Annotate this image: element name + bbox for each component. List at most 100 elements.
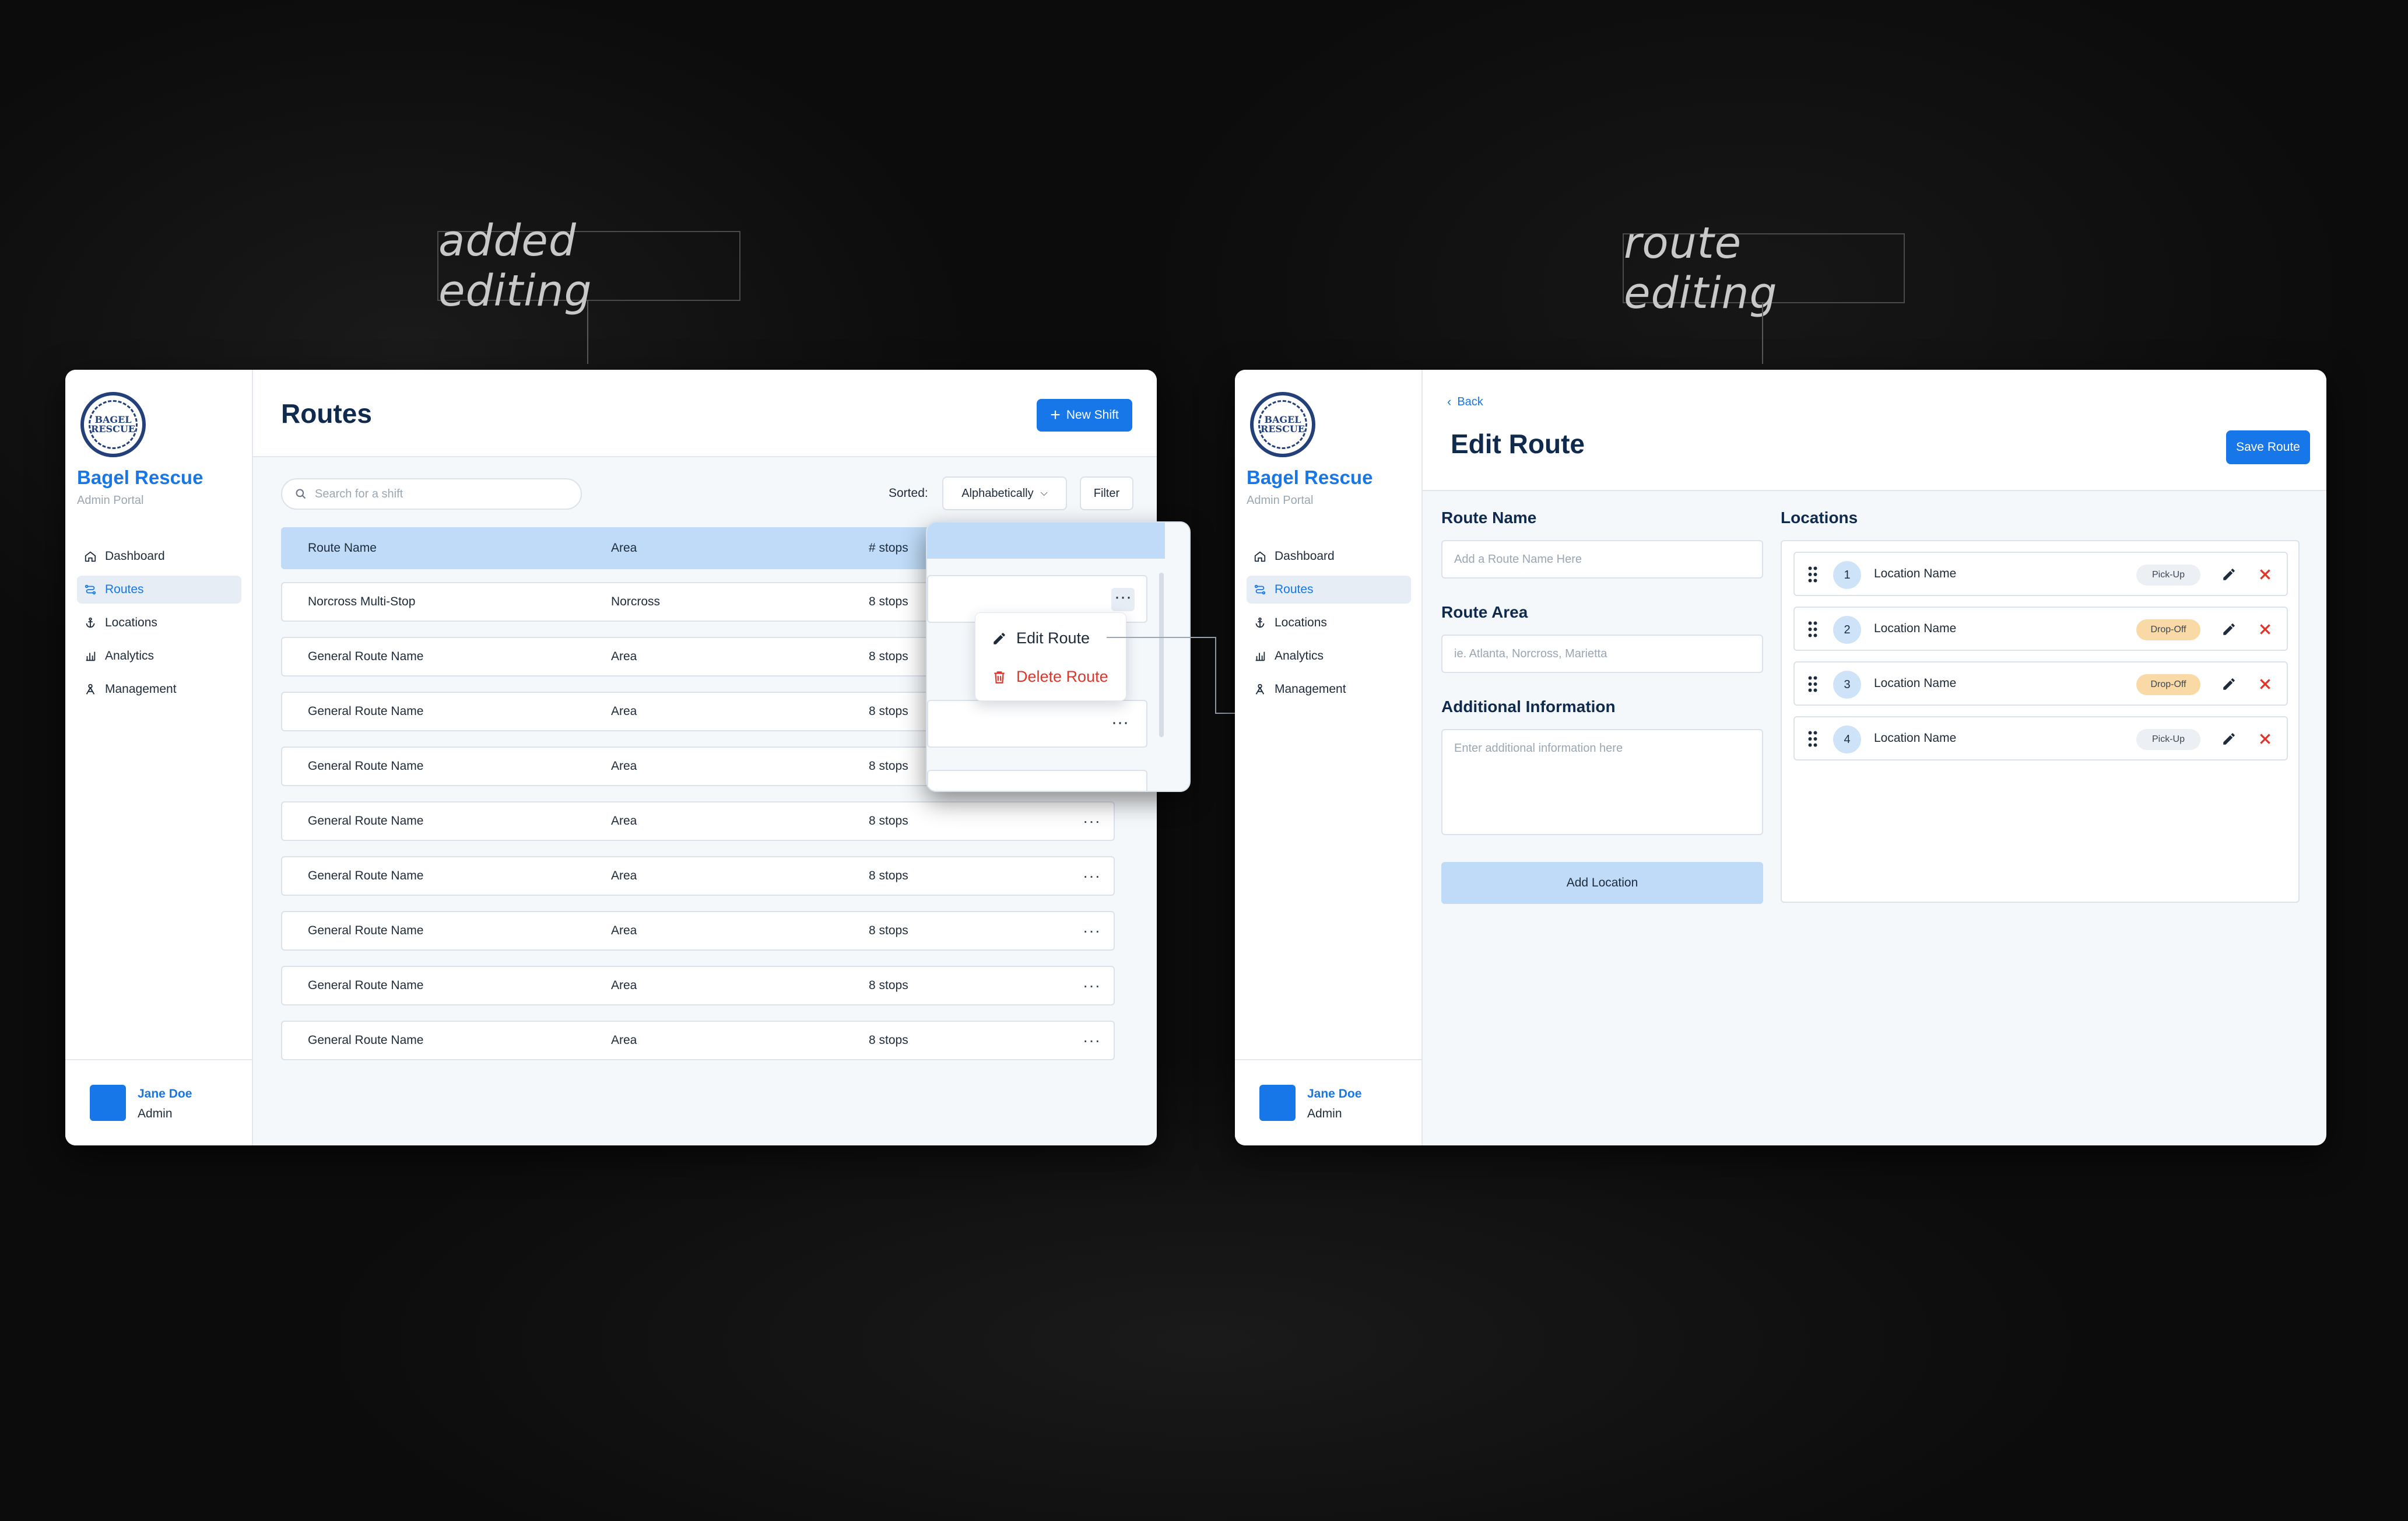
table-row[interactable]: General Route Name Area 8 stops ··· [281,856,1115,896]
drag-handle-icon[interactable] [1807,621,1818,638]
pencil-icon[interactable] [2221,622,2237,637]
more-options-icon[interactable]: ··· [1083,977,1101,994]
plus-icon: + [1050,405,1061,425]
drag-handle-icon[interactable] [1807,675,1818,693]
location-row[interactable]: 2 Location Name Drop-Off [1793,607,2288,651]
sidebar-item-label: Analytics [1275,649,1324,663]
column-header-stops: # stops [869,541,908,555]
bar-chart-icon [1255,651,1265,661]
route-area-input[interactable]: ie. Atlanta, Norcross, Marietta [1441,635,1763,673]
save-route-button[interactable]: Save Route [2226,430,2310,464]
flow-connector [1107,637,1215,638]
filter-button[interactable]: Filter [1080,476,1133,510]
drag-handle-icon[interactable] [1807,730,1818,748]
delete-route-menu-item[interactable]: Delete Route [992,668,1108,686]
table-row[interactable]: General Route Name Area 8 stops ··· [281,1021,1115,1060]
location-name: Location Name [1874,731,1957,745]
route-name-cell: General Route Name [308,869,424,882]
route-name-input[interactable]: Add a Route Name Here [1441,540,1763,579]
more-options-icon[interactable]: ··· [1083,868,1101,884]
row-actions-menu: Edit Route Delete Route [975,612,1126,701]
sidebar-item-analytics[interactable]: Analytics [1247,642,1411,670]
sidebar-item-analytics[interactable]: Analytics [77,642,241,670]
more-options-button[interactable]: ··· [1111,588,1135,611]
avatar [90,1085,126,1121]
sidebar-item-routes[interactable]: Routes [77,576,241,604]
area-cell: Area [611,869,637,882]
drag-handle-icon[interactable] [1807,566,1818,583]
chevron-left-icon: ‹ [1447,394,1452,409]
search-placeholder: Search for a shift [315,487,403,500]
sidebar-item-locations[interactable]: Locations [77,609,241,637]
page-title: Edit Route [1451,429,1585,459]
route-name-cell: General Route Name [308,705,424,718]
chevron-down-icon: ⌵ [1040,488,1048,498]
more-options-icon[interactable]: ··· [1083,813,1101,829]
sidebar-item-label: Analytics [105,649,155,663]
table-row[interactable]: General Route Name Area 8 stops ··· [281,911,1115,951]
back-link[interactable]: ‹ Back [1447,394,1483,409]
user-card[interactable]: Jane Doe Admin [65,1059,252,1145]
sidebar-item-dashboard[interactable]: Dashboard [1247,542,1411,570]
anchor-icon [86,617,95,628]
more-options-icon[interactable]: ··· [1111,713,1129,733]
sidebar-item-routes[interactable]: Routes [1247,576,1411,604]
location-row[interactable]: 4 Location Name Pick-Up [1793,716,2288,761]
brand-subtitle: Admin Portal [77,494,144,507]
logo-text-bottom: RESCUE [91,423,135,434]
close-icon[interactable] [2258,622,2273,637]
caption-connector [1762,302,1763,364]
stops-cell: 8 stops [869,650,908,663]
location-name: Location Name [1874,677,1957,690]
additional-info-textarea[interactable]: Enter additional information here [1441,729,1763,835]
pick-up-badge: Pick-Up [2136,729,2200,750]
route-name-placeholder: Add a Route Name Here [1454,553,1582,566]
column-header-route-name: Route Name [308,541,377,555]
sidebar-item-locations[interactable]: Locations [1247,609,1411,637]
pencil-icon[interactable] [2221,677,2237,692]
close-icon[interactable] [2258,731,2273,747]
table-row[interactable]: General Route Name Area 8 stops ··· [281,966,1115,1005]
user-role: Admin [138,1107,173,1120]
table-row[interactable]: General Route Name Area 8 stops ··· [281,801,1115,841]
location-row[interactable]: 1 Location Name Pick-Up [1793,552,2288,596]
user-card[interactable]: Jane Doe Admin [1235,1059,1421,1145]
people-icon [1255,684,1265,695]
location-row[interactable]: 3 Location Name Drop-Off [1793,661,2288,706]
save-route-label: Save Route [2236,440,2300,454]
pick-up-badge: Pick-Up [2136,565,2200,586]
route-name-cell: Norcross Multi-Stop [308,595,416,608]
sort-dropdown[interactable]: Alphabetically ⌵ [942,476,1067,510]
stops-cell: 8 stops [869,595,908,608]
stops-cell: 8 stops [869,869,908,882]
search-input[interactable]: Search for a shift [281,478,582,510]
close-icon[interactable] [2258,567,2273,582]
sidebar-item-dashboard[interactable]: Dashboard [77,542,241,570]
sidebar-item-management[interactable]: Management [77,675,241,703]
caption-route-editing: route editing [1623,218,1905,318]
caption-connector [587,300,588,364]
pencil-icon[interactable] [2221,731,2237,747]
area-cell: Area [611,814,637,828]
more-options-icon[interactable]: ··· [1083,1032,1101,1049]
stops-cell: 8 stops [869,759,908,773]
pencil-icon[interactable] [2221,567,2237,582]
area-cell: Area [611,759,637,773]
more-options-icon[interactable]: ··· [1083,923,1101,939]
area-cell: Area [611,1033,637,1047]
user-name: Jane Doe [138,1087,192,1101]
route-area-label: Route Area [1441,603,1528,621]
logo-text-bottom: RESCUE [1261,423,1305,434]
close-icon[interactable] [2258,677,2273,692]
sidebar-item-label: Locations [1275,616,1327,629]
page-title: Routes [281,398,372,429]
new-shift-button[interactable]: + New Shift [1037,399,1132,432]
stops-cell: 8 stops [869,979,908,992]
sidebar-item-label: Management [1275,682,1346,696]
sidebar-item-label: Routes [105,583,144,596]
add-location-button[interactable]: Add Location [1441,862,1763,904]
locations-list: 1 Location Name Pick-Up 2 Location Name … [1781,540,2300,903]
scrollbar-thumb[interactable] [1159,573,1164,737]
sidebar-item-management[interactable]: Management [1247,675,1411,703]
edit-route-menu-item[interactable]: Edit Route [992,629,1090,647]
